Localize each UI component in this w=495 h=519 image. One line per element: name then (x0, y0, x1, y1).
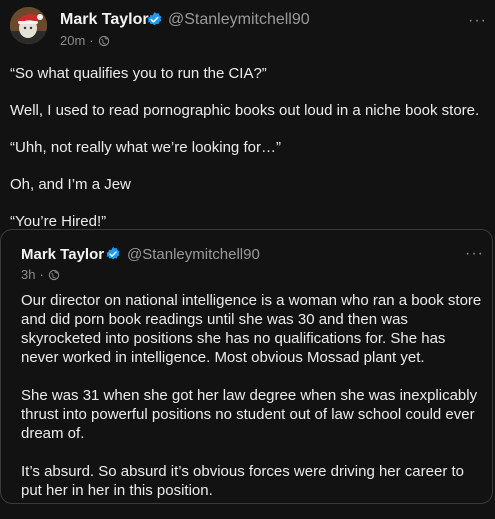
post-paragraph: “So what qualifies you to run the CIA?” (10, 65, 267, 82)
quoted-more-options-icon[interactable]: ··· (465, 245, 484, 263)
post-meta: 20m · (60, 33, 110, 48)
quoted-author-handle[interactable]: @Stanleymitchell90 (127, 246, 260, 263)
globe-icon (98, 35, 109, 46)
quoted-post-card[interactable]: Mark Taylor @Stanleymitchell90 3h · ··· … (0, 229, 493, 504)
post-timestamp[interactable]: 20m (60, 33, 85, 48)
quoted-post-meta: 3h · (21, 267, 60, 282)
author-name[interactable]: Mark Taylor (60, 11, 149, 29)
meta-separator: · (89, 33, 94, 48)
quoted-paragraph: She was 31 when she got her law degree w… (21, 387, 478, 442)
author-avatar[interactable] (10, 7, 47, 44)
quoted-paragraph: Our director on national intelligence is… (21, 292, 482, 366)
post-paragraph: “Uhh, not really what we’re looking for…… (10, 139, 281, 156)
quoted-post-timestamp[interactable]: 3h (21, 267, 35, 282)
author-handle[interactable]: @Stanleymitchell90 (168, 11, 310, 29)
meta-separator: · (39, 267, 44, 282)
quoted-author-name[interactable]: Mark Taylor (21, 246, 104, 263)
more-options-icon[interactable]: ··· (468, 12, 487, 30)
verified-badge-icon (147, 12, 162, 26)
quoted-paragraph: It’s absurd. So absurd it’s obvious forc… (21, 463, 464, 499)
post-paragraph: Well, I used to read pornographic books … (10, 102, 480, 119)
quoted-post-body: Our director on national intelligence is… (21, 291, 487, 519)
verified-badge-icon (106, 247, 120, 260)
globe-icon (48, 269, 59, 280)
post-paragraph: Oh, and I’m a Jew (10, 176, 131, 193)
post-body: “So what qualifies you to run the CIA?” … (10, 64, 485, 249)
